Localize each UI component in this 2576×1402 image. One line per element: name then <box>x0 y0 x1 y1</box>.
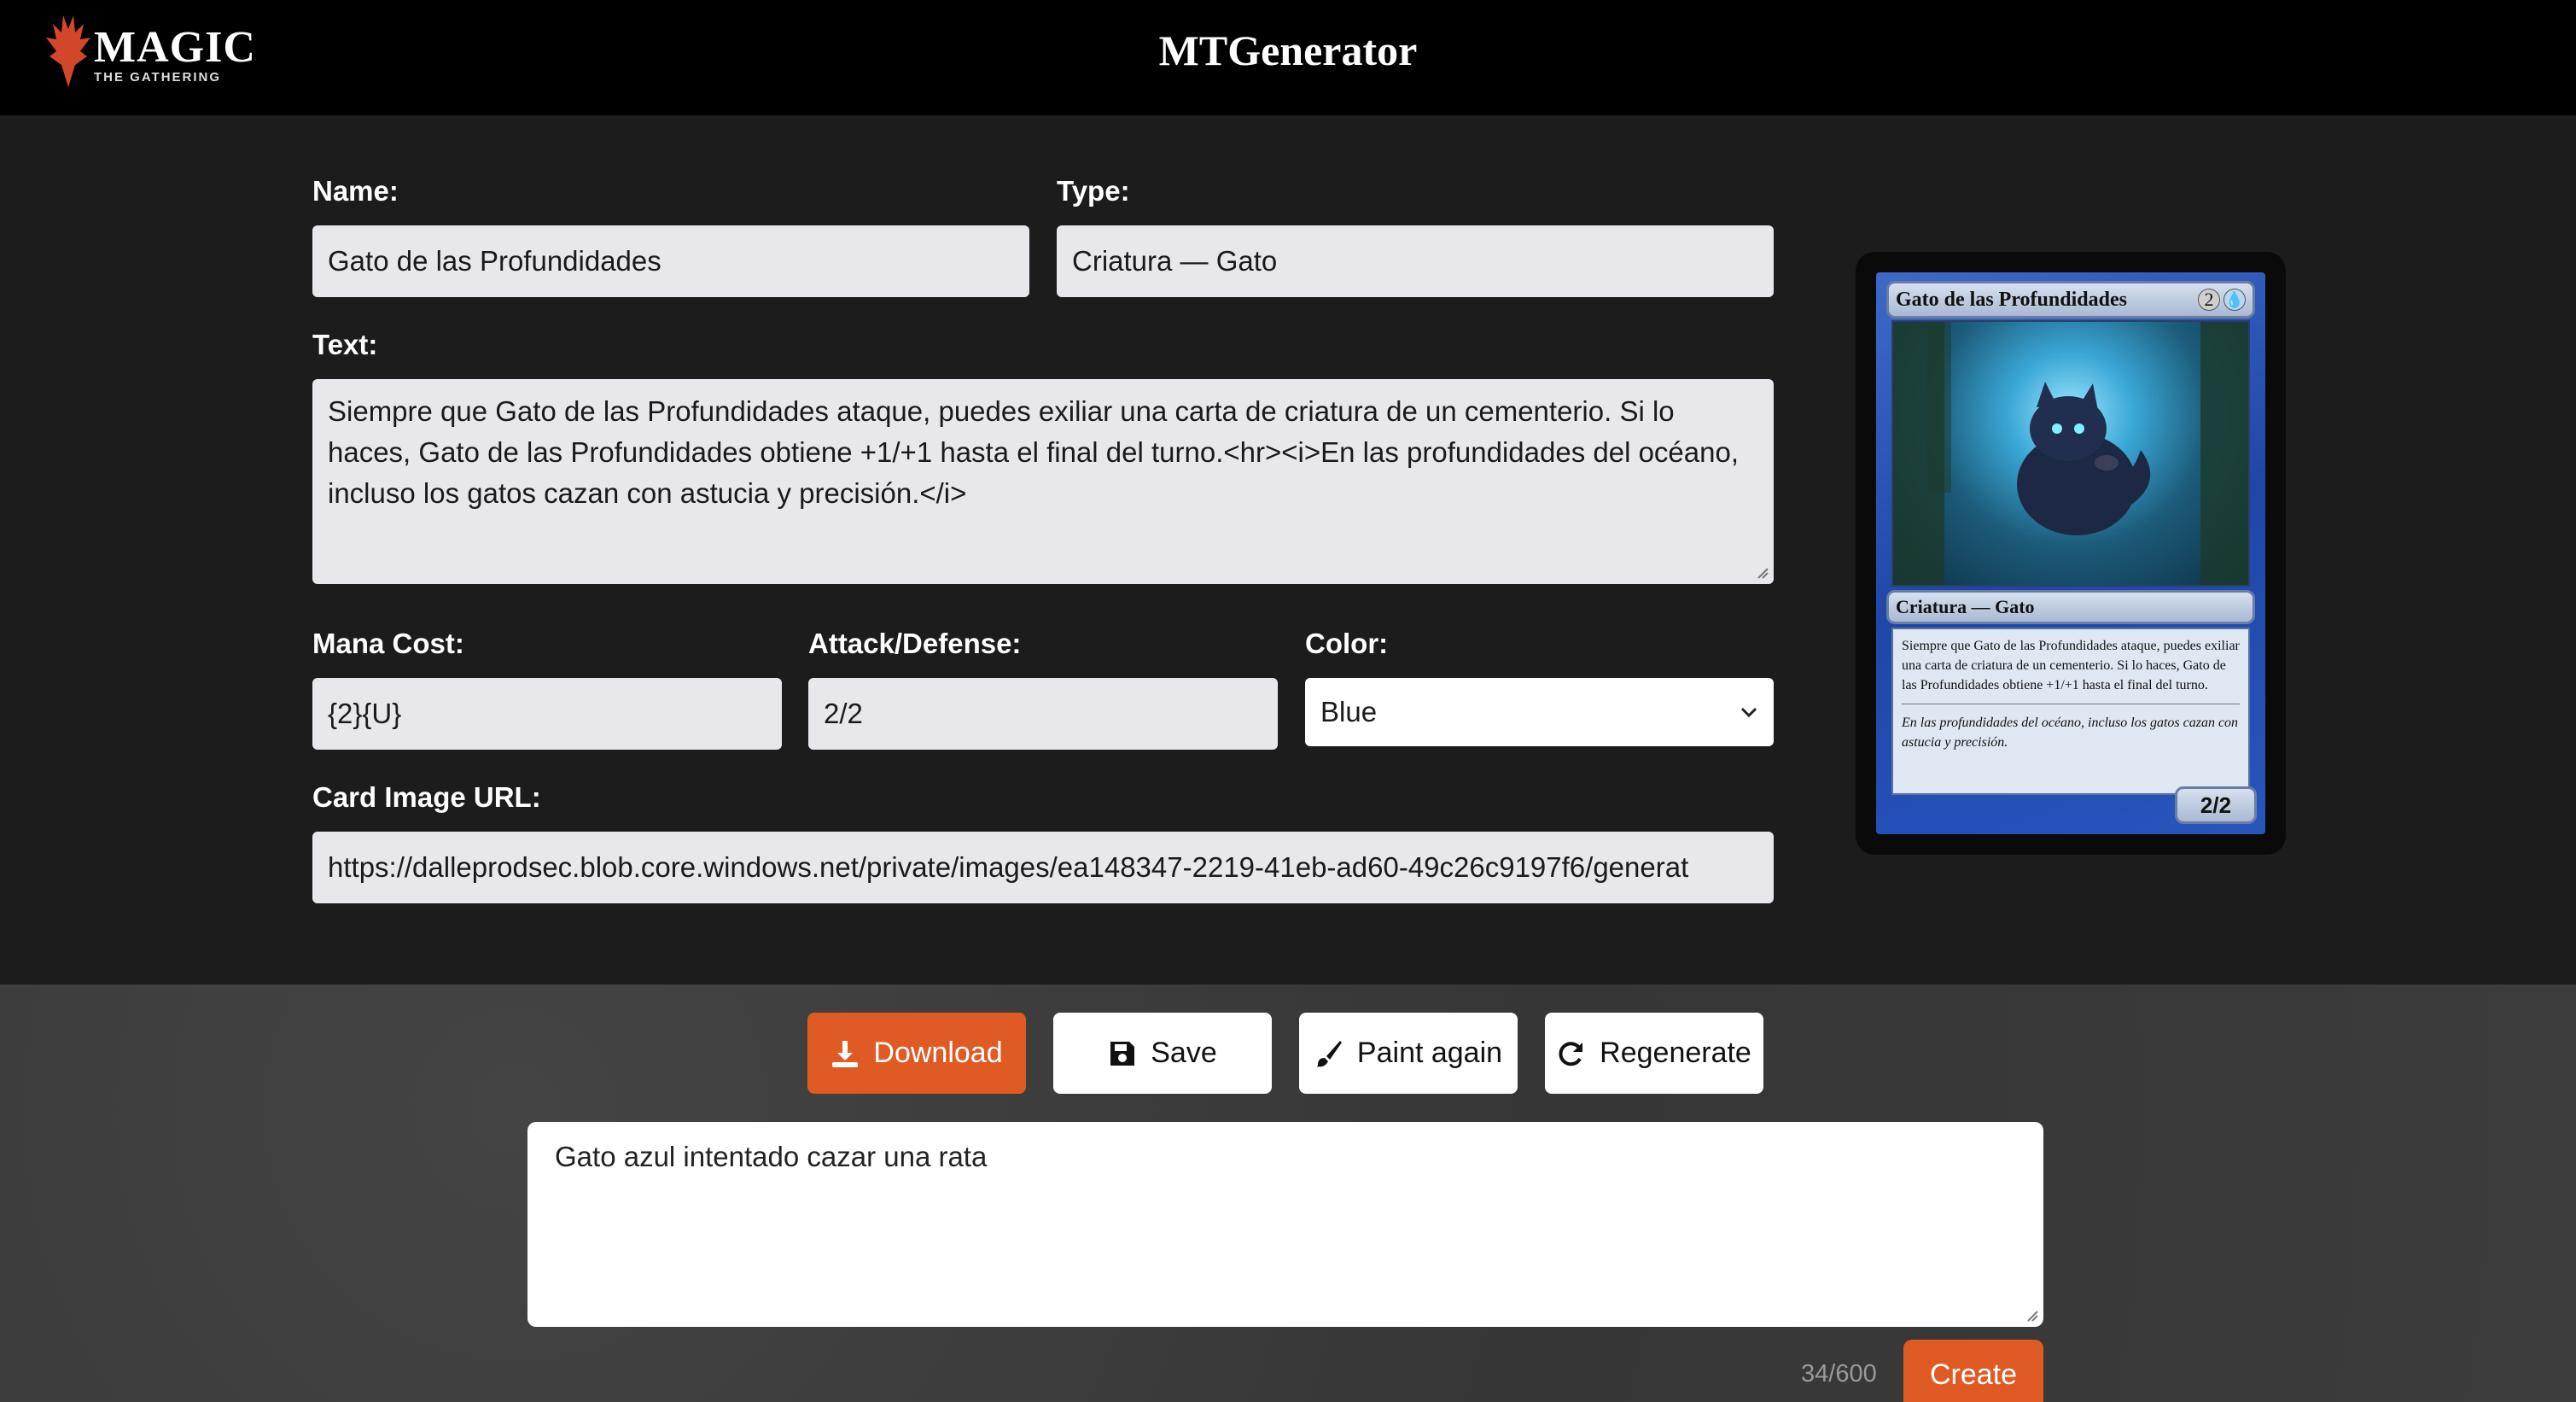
chevron-down-icon <box>1740 707 1757 718</box>
text-label: Text: <box>312 329 378 360</box>
card-mana-cost: 2 💧 <box>2198 289 2246 311</box>
prompt-textarea[interactable]: Gato azul intentado cazar una rata <box>527 1122 2043 1327</box>
card-preview: Gato de las Profundidades 2 💧 Criatura —… <box>1856 252 2286 855</box>
name-input[interactable]: Gato de las Profundidades <box>312 225 1029 297</box>
generator-panel: Download Save Paint again Regenerate Gat… <box>0 984 2576 1402</box>
save-button[interactable]: Save <box>1053 1013 1272 1094</box>
card-artwork <box>1891 320 2250 587</box>
text-textarea[interactable]: Siempre que Gato de las Profundidades at… <box>312 379 1774 584</box>
prompt-value: Gato azul intentado cazar una rata <box>555 1141 988 1172</box>
card-type-bar: Criatura — Gato <box>1886 590 2255 624</box>
character-count: 34/600 <box>1801 1360 1877 1387</box>
card-face: Gato de las Profundidades 2 💧 Criatura —… <box>1876 272 2265 834</box>
resize-grip-icon[interactable] <box>2025 1308 2038 1322</box>
mana-cost-input[interactable]: {2}{U} <box>312 678 782 750</box>
card-image-url-label: Card Image URL: <box>312 781 541 813</box>
app-header: MAGIC THE GATHERING MTGenerator <box>0 0 2576 115</box>
text-textarea-value: Siempre que Gato de las Profundidades at… <box>328 395 1740 509</box>
regenerate-button-label: Regenerate <box>1600 1037 1751 1069</box>
refresh-icon <box>1559 1041 1583 1066</box>
cat-illustration <box>2017 382 2151 535</box>
save-icon <box>1110 1041 1135 1066</box>
download-icon <box>832 1040 859 1067</box>
color-select[interactable]: Blue <box>1305 678 1774 746</box>
card-power-toughness: 2/2 <box>2175 786 2257 824</box>
attack-defense-input[interactable]: 2/2 <box>808 678 1278 750</box>
regenerate-button[interactable]: Regenerate <box>1545 1013 1763 1094</box>
card-form: Name: Gato de las Profundidades Type: Cr… <box>0 115 2576 984</box>
paint-again-button[interactable]: Paint again <box>1299 1013 1518 1094</box>
color-label: Color: <box>1305 628 1389 659</box>
paint-again-button-label: Paint again <box>1356 1037 1503 1069</box>
card-name-bar: Gato de las Profundidades 2 💧 <box>1886 281 2255 318</box>
mana-blue-icon: 💧 <box>2223 289 2246 311</box>
card-rules-text: Siempre que Gato de las Profundidades at… <box>1902 639 2240 692</box>
mana-generic-symbol: 2 <box>2198 289 2220 311</box>
card-flavor-text: En las profundidades del océano, incluso… <box>1902 716 2239 750</box>
download-button[interactable]: Download <box>807 1013 1026 1094</box>
mana-cost-label: Mana Cost: <box>312 628 464 659</box>
color-select-value: Blue <box>1320 696 1378 727</box>
card-name: Gato de las Profundidades <box>1896 288 2127 311</box>
brush-icon <box>1315 1040 1342 1066</box>
card-type-line: Criatura — Gato <box>1896 596 2035 617</box>
name-label: Name: <box>312 175 399 207</box>
app-title: MTGenerator <box>1158 26 1418 74</box>
type-label: Type: <box>1057 175 1130 207</box>
download-button-label: Download <box>873 1037 1003 1069</box>
resize-grip-icon[interactable] <box>1755 565 1769 579</box>
attack-defense-label: Attack/Defense: <box>808 628 1022 659</box>
card-image-url-input[interactable]: https://dalleprodsec.blob.core.windows.n… <box>312 832 1774 903</box>
type-input[interactable]: Criatura — Gato <box>1057 225 1774 297</box>
create-button[interactable]: Create <box>1903 1340 2043 1402</box>
save-button-label: Save <box>1151 1037 1217 1069</box>
card-text-box: Siempre que Gato de las Profundidades at… <box>1891 628 2250 795</box>
